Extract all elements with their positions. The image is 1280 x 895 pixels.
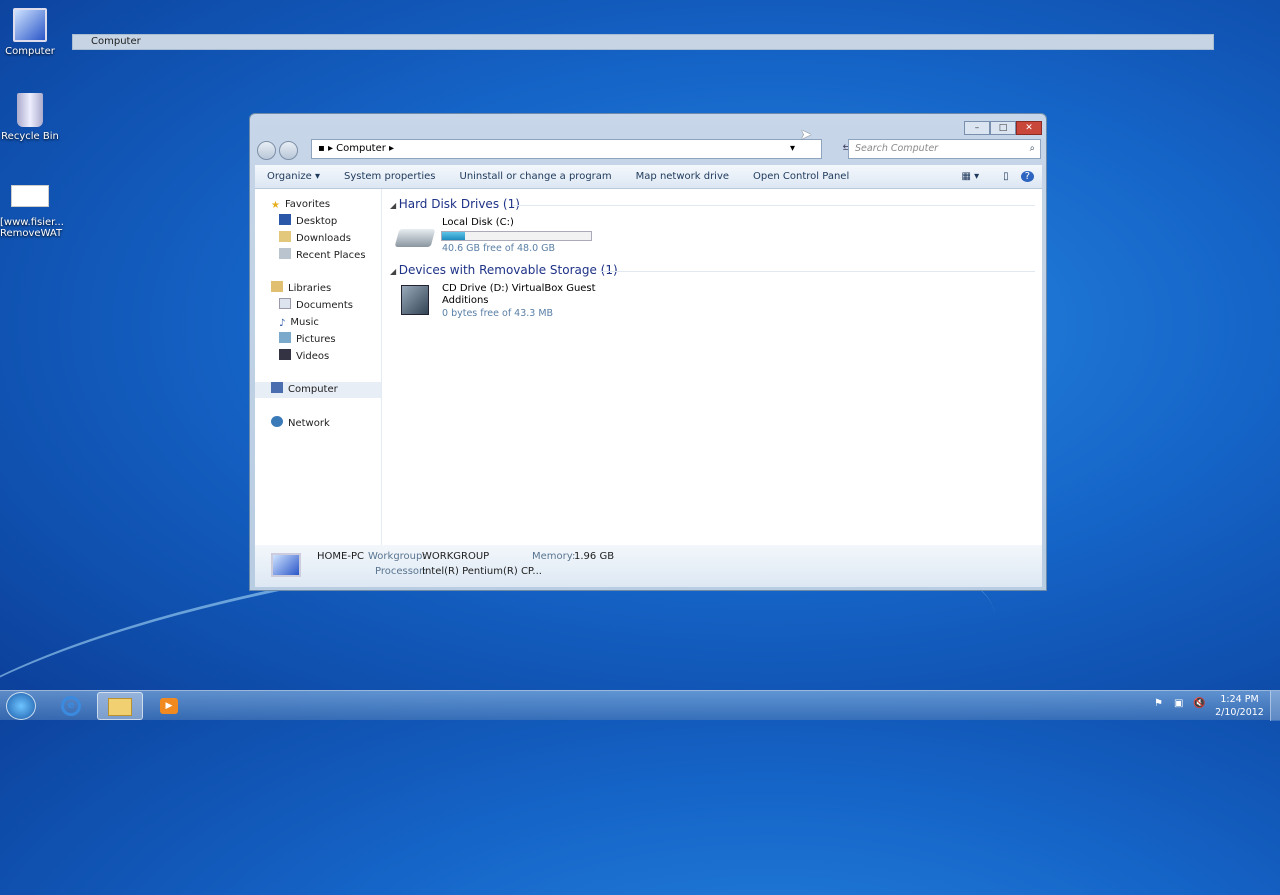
- memory-value: 1.96 GB: [574, 551, 615, 562]
- nav-downloads[interactable]: Downloads: [279, 231, 351, 247]
- taskbar-internet-explorer[interactable]: e: [48, 692, 94, 720]
- hard-drive-icon: [394, 229, 436, 247]
- documents-icon: [279, 298, 291, 309]
- nav-recent-places[interactable]: Recent Places: [279, 248, 366, 264]
- nav-documents[interactable]: Documents: [279, 298, 353, 314]
- media-player-icon: ▶: [160, 698, 178, 714]
- thumbnail-title: Computer: [91, 36, 141, 47]
- computer-icon: [13, 8, 47, 42]
- mouse-cursor: ➤: [800, 127, 812, 143]
- search-placeholder: Search Computer: [855, 143, 939, 154]
- drive-name: Local Disk (C:): [442, 217, 514, 228]
- desktop-icon-label: Computer: [5, 46, 55, 57]
- map-network-drive-button[interactable]: Map network drive: [624, 171, 741, 182]
- desktop-icon: [279, 214, 291, 225]
- network-icon: [271, 416, 283, 427]
- nav-desktop[interactable]: Desktop: [279, 214, 337, 230]
- clock-date: 2/10/2012: [1215, 707, 1264, 718]
- clock[interactable]: 1:24 PM 2/10/2012: [1212, 693, 1267, 719]
- workgroup-value: WORKGROUP: [422, 551, 490, 562]
- downloads-icon: [279, 231, 291, 242]
- drive-name-cont: Additions: [442, 295, 489, 306]
- close-button[interactable]: ✕: [1016, 121, 1042, 135]
- navigation-pane: ★ Favorites Desktop Downloads Recent Plac…: [255, 189, 382, 545]
- shortcut-image-icon: [11, 185, 49, 207]
- clock-time: 1:24 PM: [1220, 694, 1259, 705]
- breadcrumb-computer[interactable]: Computer: [336, 143, 386, 154]
- drive-name: CD Drive (D:) VirtualBox Guest: [442, 283, 596, 294]
- search-icon[interactable]: ⌕: [1030, 140, 1035, 158]
- drive-usage-fill: [442, 232, 465, 240]
- address-dropdown-icon[interactable]: ▾: [790, 140, 795, 158]
- action-center-icon[interactable]: ⚑: [1154, 698, 1163, 709]
- nav-libraries[interactable]: Libraries: [271, 281, 331, 297]
- nav-network[interactable]: Network: [271, 416, 330, 432]
- desktop-icon-label: RemoveWAT: [0, 228, 63, 239]
- drive-cd-d[interactable]: CD Drive (D:) VirtualBox Guest Additions…: [397, 283, 617, 323]
- taskbar-media-player[interactable]: ▶: [146, 692, 192, 720]
- taskbar: e ▶ ⚑ ▣ 🔇 1:24 PM 2/10/2012: [0, 690, 1280, 721]
- libraries-icon: [271, 281, 283, 292]
- nav-videos[interactable]: Videos: [279, 349, 329, 365]
- internet-explorer-icon: e: [61, 696, 81, 716]
- desktop-icon-label: [www.fisier...: [0, 217, 64, 228]
- maximize-button[interactable]: □: [990, 121, 1016, 135]
- desktop-icon-label: Recycle Bin: [1, 131, 59, 142]
- recent-places-icon: [279, 248, 291, 259]
- virtualbox-cd-icon: [401, 285, 429, 315]
- desktop-icon-recycle-bin[interactable]: Recycle Bin: [0, 93, 60, 142]
- pictures-icon: [279, 332, 291, 343]
- star-icon: ★: [271, 200, 280, 211]
- network-tray-icon[interactable]: ▣: [1174, 698, 1183, 709]
- group-divider: [600, 271, 1035, 272]
- computer-small-icon: [271, 382, 283, 393]
- command-bar: Organize ▾ System properties Uninstall o…: [255, 165, 1042, 189]
- computer-name: HOME-PC: [317, 551, 364, 562]
- window-thumbnail-bar[interactable]: Computer: [72, 34, 1214, 50]
- forward-button[interactable]: [279, 141, 298, 160]
- nav-music[interactable]: ♪ Music: [279, 315, 319, 331]
- processor-value: Intel(R) Pentium(R) CP...: [422, 566, 542, 577]
- computer-small-icon: ▪ ▸: [318, 143, 337, 154]
- videos-icon: [279, 349, 291, 360]
- group-header-removable-storage[interactable]: ◢ Devices with Removable Storage (1): [390, 263, 618, 277]
- open-control-panel-button[interactable]: Open Control Panel: [741, 171, 861, 182]
- group-header-hard-disk-drives[interactable]: ◢ Hard Disk Drives (1): [390, 197, 520, 211]
- address-bar[interactable]: ▪ ▸ Computer ▸ ▾ ⇆: [311, 139, 851, 159]
- group-divider: [513, 205, 1035, 206]
- drive-free-space: 40.6 GB free of 48.0 GB: [442, 243, 556, 254]
- system-properties-button[interactable]: System properties: [332, 171, 448, 182]
- show-desktop-button[interactable]: [1270, 691, 1280, 721]
- computer-large-icon: [271, 553, 301, 577]
- desktop-icon-removewat[interactable]: [www.fisier... RemoveWAT: [0, 185, 64, 239]
- details-pane: HOME-PC Workgroup: WORKGROUP Memory: 1.9…: [255, 545, 1042, 587]
- taskbar-windows-explorer[interactable]: [97, 692, 143, 720]
- desktop-icon-computer[interactable]: Computer: [0, 8, 60, 57]
- folder-icon: [108, 698, 132, 716]
- drive-free-space: 0 bytes free of 43.3 MB: [442, 308, 554, 319]
- memory-label: Memory:: [532, 551, 576, 562]
- organize-button[interactable]: Organize ▾: [255, 171, 332, 182]
- back-button[interactable]: [257, 141, 276, 160]
- drive-usage-bar: [441, 231, 592, 241]
- music-icon: ♪: [279, 318, 286, 329]
- recycle-bin-icon: [17, 93, 43, 127]
- start-button[interactable]: [6, 692, 36, 720]
- minimize-button[interactable]: –: [964, 121, 990, 135]
- view-options-icon[interactable]: ▦ ▾: [950, 171, 992, 182]
- help-icon[interactable]: ?: [1020, 171, 1034, 182]
- preview-pane-icon[interactable]: ▯: [991, 171, 1021, 182]
- uninstall-program-button[interactable]: Uninstall or change a program: [448, 171, 624, 182]
- drive-local-disk-c[interactable]: Local Disk (C:) 40.6 GB free of 48.0 GB: [394, 217, 597, 257]
- content-pane: ★ Favorites Desktop Downloads Recent Plac…: [255, 189, 1042, 545]
- nav-pictures[interactable]: Pictures: [279, 332, 336, 348]
- nav-computer[interactable]: Computer: [255, 382, 381, 398]
- explorer-window: – □ ✕ ▪ ▸ Computer ▸ ▾ ⇆ Search Computer ⌕ …: [249, 113, 1047, 591]
- processor-label: Processor:: [375, 566, 427, 577]
- workgroup-label: Workgroup:: [368, 551, 426, 562]
- search-input[interactable]: Search Computer ⌕: [848, 139, 1041, 159]
- volume-muted-icon[interactable]: 🔇: [1193, 698, 1205, 709]
- nav-favorites[interactable]: ★ Favorites: [271, 197, 330, 213]
